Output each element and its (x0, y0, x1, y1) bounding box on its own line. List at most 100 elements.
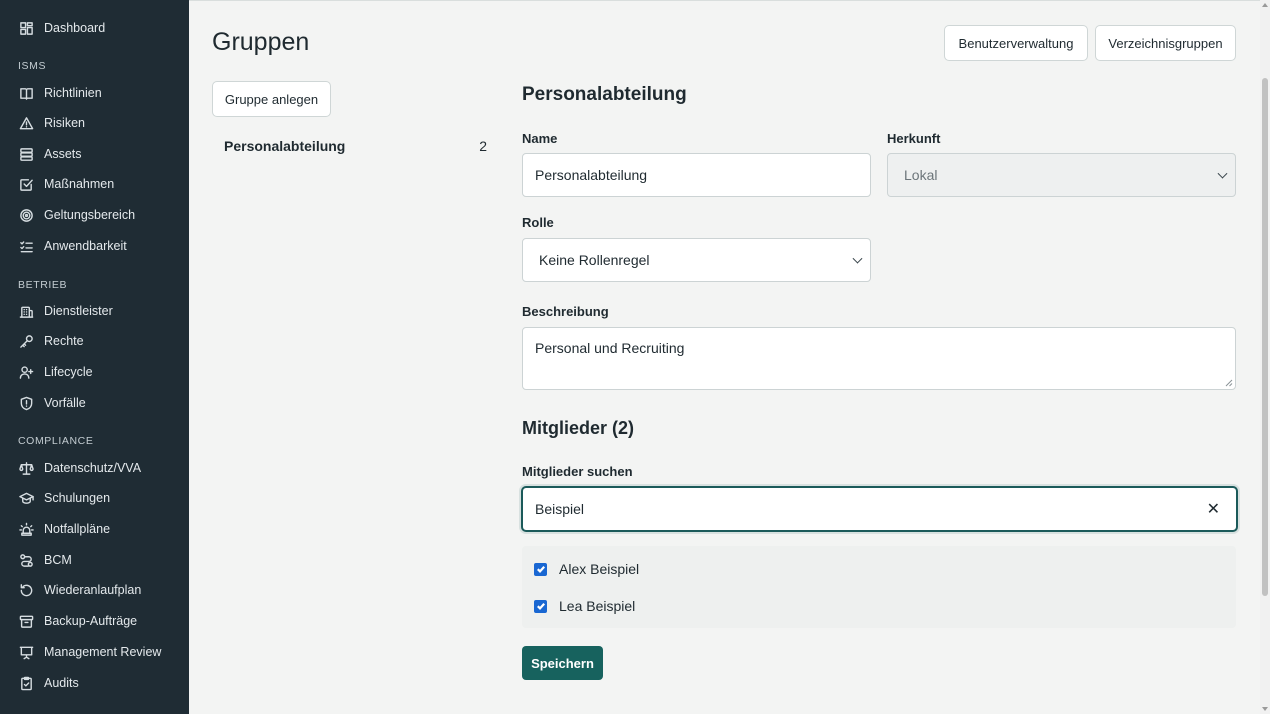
nav-label: Vorfälle (44, 396, 86, 410)
nav-label: Audits (44, 676, 79, 690)
member-results (522, 546, 1236, 628)
member-search-label: Mitglieder suchen (522, 464, 633, 479)
scale-icon (18, 460, 34, 476)
member-name: Alex Beispiel (559, 561, 640, 577)
target-icon (18, 207, 34, 223)
nav-label: Richtlinien (44, 86, 102, 100)
members-title: Mitglieder (2) (522, 418, 635, 438)
nav-rechte[interactable]: Rechte (0, 327, 189, 355)
nav-label: Dashboard (44, 21, 106, 35)
save-button[interactable]: Speichern (522, 646, 603, 680)
building-icon (18, 303, 34, 319)
nav-label: Schulungen (44, 491, 111, 505)
restore-icon (18, 582, 34, 598)
nav-label: BCM (44, 553, 72, 567)
page-title: Gruppen (212, 28, 310, 56)
nav-anwendbarkeit[interactable]: Anwendbarkeit (0, 232, 189, 260)
nav-section-compliance: COMPLIANCE (18, 435, 94, 447)
nav-label: Anwendbarkeit (44, 239, 127, 253)
nav-label: Datenschutz/VVA (44, 461, 142, 475)
description-value: Personal und Recruiting (535, 340, 685, 356)
warning-triangle-icon (18, 115, 34, 131)
nav-label: Risiken (44, 116, 85, 130)
presentation-icon (18, 644, 34, 660)
name-field-value: Personalabteilung (535, 167, 648, 183)
group-member-count: 2 (479, 138, 487, 154)
nav-label: Geltungsbereich (44, 208, 136, 222)
description-label: Beschreibung (522, 304, 609, 319)
detail-title: Personalabteilung (522, 84, 687, 105)
directory-groups-button[interactable]: Verzeichnisgruppen (1095, 25, 1236, 61)
nav-label: Backup-Aufträge (44, 614, 138, 628)
chevron-down-icon (1217, 168, 1228, 179)
member-name: Lea Beispiel (559, 598, 636, 614)
top-divider (189, 0, 1270, 1)
nav-label: Wiederanlaufplan (44, 583, 142, 597)
origin-select-value: Lokal (904, 167, 938, 183)
nav-backup-auftraege[interactable]: Backup-Aufträge (0, 607, 189, 635)
nav-massnahmen[interactable]: Maßnahmen (0, 170, 189, 198)
member-item[interactable]: Alex Beispiel (534, 561, 639, 577)
group-name: Personalabteilung (224, 138, 346, 154)
nav-lifecycle[interactable]: Lifecycle (0, 358, 189, 386)
graduation-cap-icon (18, 490, 34, 506)
scrollbar-thumb[interactable] (1262, 78, 1268, 596)
nav-dashboard[interactable]: Dashboard (0, 14, 189, 42)
nav-notfallplaene[interactable]: Notfallpläne (0, 515, 189, 543)
checklist-icon (18, 238, 34, 254)
member-search-input[interactable]: Beispiel ✕ (521, 486, 1238, 532)
nav-dienstleister[interactable]: Dienstleister (0, 297, 189, 325)
close-icon[interactable]: ✕ (1207, 499, 1220, 519)
name-label: Name (522, 131, 558, 146)
nav-section-betrieb: BETRIEB (18, 279, 68, 291)
nav-label: Lifecycle (44, 365, 93, 379)
sidebar: Dashboard ISMS Richtlinien Risiken Asset… (0, 0, 189, 714)
user-plus-icon (18, 364, 34, 380)
user-management-button[interactable]: Benutzerverwaltung (944, 25, 1088, 61)
scrollbar[interactable] (1260, 0, 1270, 714)
nav-schulungen[interactable]: Schulungen (0, 484, 189, 512)
nav-wiederanlaufplan[interactable]: Wiederanlaufplan (0, 576, 189, 604)
nav-label: Management Review (44, 645, 162, 659)
nav-label: Dienstleister (44, 304, 113, 318)
role-select-value: Keine Rollenregel (539, 252, 650, 268)
origin-select: Lokal (887, 153, 1236, 197)
name-field[interactable]: Personalabteilung (522, 153, 871, 197)
nav-risiken[interactable]: Risiken (0, 109, 189, 137)
scroll-up-icon[interactable] (1262, 3, 1268, 7)
key-icon (18, 333, 34, 349)
resize-grip-icon[interactable] (1225, 379, 1233, 387)
nav-label: Assets (44, 147, 82, 161)
nav-label: Rechte (44, 334, 84, 348)
nav-audits[interactable]: Audits (0, 669, 189, 697)
member-item[interactable]: Lea Beispiel (534, 598, 635, 614)
nav-geltungsbereich[interactable]: Geltungsbereich (0, 201, 189, 229)
role-label: Rolle (522, 215, 554, 230)
role-select[interactable]: Keine Rollenregel (522, 238, 871, 282)
archive-icon (18, 613, 34, 629)
create-group-button[interactable]: Gruppe anlegen (212, 81, 331, 117)
shield-alert-icon (18, 395, 34, 411)
nav-richtlinien[interactable]: Richtlinien (0, 79, 189, 107)
checkbox-icon (18, 176, 34, 192)
nav-datenschutz[interactable]: Datenschutz/VVA (0, 454, 189, 482)
nav-management-review[interactable]: Management Review (0, 638, 189, 666)
clipboard-icon (18, 675, 34, 691)
nav-vorfaelle[interactable]: Vorfälle (0, 389, 189, 417)
nav-bcm[interactable]: BCM (0, 546, 189, 574)
member-checkbox[interactable] (534, 599, 547, 613)
origin-label: Herkunft (887, 131, 941, 146)
nav-section-isms: ISMS (18, 60, 47, 72)
scroll-down-icon[interactable] (1262, 707, 1268, 711)
member-checkbox[interactable] (534, 562, 547, 576)
grid-icon (18, 20, 34, 36)
siren-icon (18, 521, 34, 537)
server-icon (18, 146, 34, 162)
nav-assets[interactable]: Assets (0, 140, 189, 168)
group-list-item[interactable]: Personalabteilung 2 (224, 138, 487, 154)
route-icon (18, 552, 34, 568)
nav-label: Notfallpläne (44, 522, 111, 536)
description-textarea[interactable]: Personal und Recruiting (522, 327, 1236, 390)
book-icon (18, 85, 34, 101)
chevron-down-icon (852, 253, 863, 264)
